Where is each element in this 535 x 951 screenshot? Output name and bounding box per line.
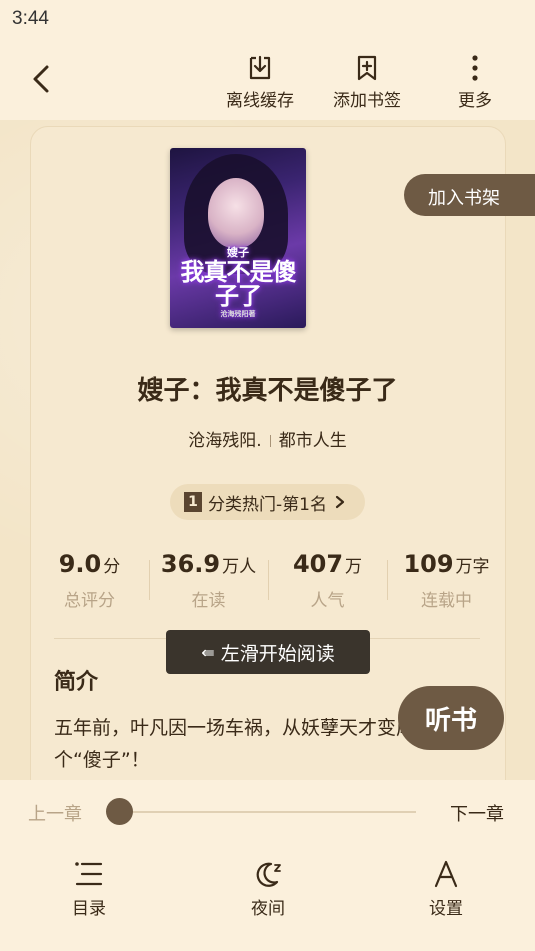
swipe-hint-toast: ⇚ 左滑开始阅读 [166, 630, 370, 674]
intro-text: 五年前，叶凡因一场车祸，从妖孽天才变成一个“傻子”！ [54, 717, 435, 771]
offline-cache-button[interactable]: 离线缓存 [226, 54, 294, 111]
bookmark-add-icon [357, 55, 377, 81]
rank-chip[interactable]: 1 分类热门-第1名 [170, 484, 365, 520]
more-label: 更多 [458, 91, 492, 111]
download-icon [249, 55, 271, 80]
next-chapter-button[interactable]: 下一章 [450, 800, 504, 826]
book-title: 嫂子：我真不是傻子了 [137, 376, 398, 406]
stat-rating-unit: 分 [103, 557, 121, 577]
add-bookmark-label: 添加书签 [333, 91, 401, 111]
rank-label: 分类热门-第1名 [208, 494, 327, 515]
stat-wordcount-unit: 万字 [455, 557, 490, 577]
book-meta: 沧海残阳. 都市人生 [0, 426, 535, 451]
stat-wordcount: 109 万字 连载中 [387, 550, 506, 611]
reader-bottom-panel: 上一章 下一章 目录 夜间 设置 [0, 780, 535, 951]
status-bar: 3:44 [0, 0, 535, 40]
more-button[interactable]: 更多 [458, 54, 492, 111]
more-vertical-icon [472, 55, 478, 81]
settings-label: 设置 [429, 899, 463, 919]
list-icon [75, 862, 103, 886]
stat-rating-value: 9.0 [58, 550, 102, 578]
stat-popularity-caption: 人气 [310, 591, 345, 611]
cover-small-text: 嫂子 [227, 246, 249, 259]
stat-readers-value: 36.9 [160, 550, 221, 578]
catalog-label: 目录 [72, 899, 106, 919]
stat-popularity: 407 万 人气 [268, 550, 387, 611]
stat-wordcount-caption: 连载中 [421, 591, 472, 611]
meta-divider [269, 435, 271, 447]
cover-art: 嫂子 我真不是傻子了 沧海残阳著 [170, 148, 306, 328]
moon-icon [256, 862, 281, 887]
listen-button[interactable]: 听书 [398, 686, 504, 750]
stat-popularity-unit: 万 [345, 557, 363, 577]
stats-row: 9.0 分 总评分 36.9 万人 在读 407 万 人气 109 万字 连载中 [30, 550, 506, 620]
stat-rating: 9.0 分 总评分 [30, 550, 149, 611]
settings-button[interactable]: 设置 [406, 860, 486, 919]
cover-author-text: 沧海残阳著 [220, 310, 256, 318]
cover-face-shape [208, 178, 264, 248]
back-arrow-icon [33, 65, 49, 93]
font-icon [434, 860, 458, 888]
prev-chapter-button[interactable]: 上一章 [28, 800, 82, 826]
stat-rating-caption: 总评分 [64, 591, 115, 611]
chapter-progress-thumb[interactable] [106, 798, 133, 825]
back-button[interactable] [24, 62, 58, 96]
top-bar: 离线缓存 添加书签 更多 [0, 40, 535, 120]
stat-readers-caption: 在读 [191, 591, 226, 611]
night-mode-button[interactable]: 夜间 [228, 860, 308, 919]
stat-wordcount-value: 109 [403, 550, 454, 578]
chevron-right-icon [335, 495, 345, 509]
author-link[interactable]: 沧海残阳. [188, 431, 261, 451]
content-area[interactable]: 嫂子 我真不是傻子了 沧海残阳著 加入书架 嫂子：我真不是傻子了 沧海残阳. 都市… [0, 120, 535, 780]
intro-title: 简介 [54, 670, 99, 695]
status-time: 3:44 [12, 8, 49, 29]
category-link[interactable]: 都市人生 [279, 431, 347, 451]
add-to-shelf-button[interactable]: 加入书架 [404, 174, 535, 216]
cover-big-text: 我真不是傻子了 [180, 258, 297, 310]
swipe-left-icon: ⇚ [201, 642, 215, 662]
catalog-button[interactable]: 目录 [49, 860, 129, 919]
cover-title: 嫂子 我真不是傻子了 沧海残阳著 [170, 247, 306, 318]
stat-readers: 36.9 万人 在读 [149, 550, 268, 611]
stat-popularity-value: 407 [292, 550, 344, 578]
add-bookmark-button[interactable]: 添加书签 [333, 54, 401, 111]
stat-readers-unit: 万人 [222, 557, 257, 577]
chapter-progress-track[interactable] [108, 811, 416, 813]
swipe-hint-text: 左滑开始阅读 [220, 642, 335, 665]
rank-number-badge: 1 [184, 492, 202, 512]
offline-cache-label: 离线缓存 [226, 91, 294, 111]
night-mode-label: 夜间 [251, 899, 285, 919]
book-cover[interactable]: 嫂子 我真不是傻子了 沧海残阳著 [170, 148, 306, 328]
